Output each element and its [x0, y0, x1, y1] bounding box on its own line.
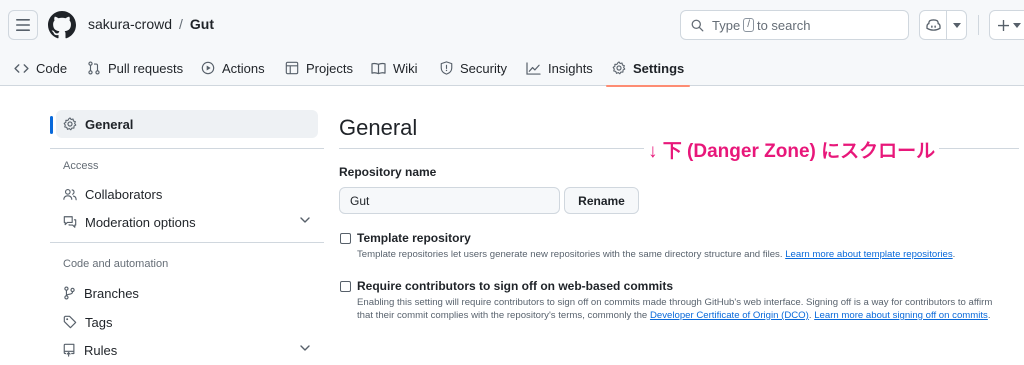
- gear-icon: [612, 61, 626, 75]
- tab-label: Code: [36, 60, 68, 76]
- description-text: Template repositories let users generate…: [357, 249, 783, 260]
- tab-label: Projects: [306, 60, 353, 76]
- people-icon: [63, 188, 77, 200]
- template-repositories-link[interactable]: Learn more about template repositories: [785, 249, 952, 260]
- copilot-button[interactable]: [919, 10, 967, 40]
- rename-button[interactable]: Rename: [564, 187, 639, 214]
- signoff-title: Require contributors to sign off on web-…: [357, 279, 674, 293]
- search-prefix: Type: [712, 17, 741, 33]
- sidebar-item-general[interactable]: General: [56, 110, 318, 138]
- search-shortcut-key: /: [743, 18, 754, 32]
- sidebar-item-label: Collaborators: [85, 186, 163, 202]
- sidebar-item-branches[interactable]: Branches: [56, 279, 318, 307]
- template-repository-description: Template repositories let users generate…: [357, 249, 956, 260]
- tab-insights[interactable]: Insights: [526, 50, 593, 86]
- repo-nav: Code Pull requests Actions Projects Wiki…: [0, 50, 1024, 87]
- tab-label: Insights: [548, 60, 593, 76]
- triangle-down-icon: [952, 22, 961, 28]
- template-repository-title: Template repository: [357, 231, 471, 245]
- search-suffix: to search: [756, 17, 811, 33]
- code-icon: [14, 63, 29, 73]
- sidebar-item-rules[interactable]: Rules: [56, 336, 318, 364]
- tab-wiki[interactable]: Wiki: [371, 50, 418, 86]
- tab-pull-requests[interactable]: Pull requests: [87, 50, 183, 86]
- triangle-down-icon: [1013, 22, 1021, 28]
- copilot-icon: [926, 18, 941, 31]
- table-icon: [285, 61, 299, 75]
- tag-icon: [63, 315, 77, 329]
- breadcrumb-separator: /: [179, 16, 183, 32]
- sidebar-item-label: Branches: [84, 285, 139, 301]
- sidebar-item-label: Moderation options: [85, 214, 196, 230]
- sidebar-item-tags[interactable]: Tags: [56, 308, 318, 336]
- tab-actions[interactable]: Actions: [201, 50, 265, 86]
- global-header: sakura-crowd / Gut Type / to search: [0, 0, 1024, 50]
- owner-link[interactable]: sakura-crowd: [88, 16, 172, 32]
- sidebar-item-label: Tags: [85, 314, 113, 330]
- github-logo-icon[interactable]: [48, 11, 76, 39]
- tab-label: Security: [460, 60, 507, 76]
- plus-icon: [998, 19, 1009, 31]
- git-branch-icon: [64, 286, 75, 300]
- tab-label: Pull requests: [108, 60, 184, 76]
- sidebar-divider: [50, 242, 324, 243]
- chevron-down-icon: [300, 345, 310, 351]
- sidebar-item-label: Rules: [84, 342, 118, 358]
- signoff-checkbox[interactable]: [340, 281, 351, 292]
- sidebar-active-indicator: [50, 116, 53, 134]
- repository-name-input[interactable]: [339, 187, 560, 214]
- hamburger-icon: [16, 19, 30, 31]
- repository-name-label: Repository name: [339, 165, 437, 179]
- sidebar-item-label: General: [85, 116, 134, 132]
- tab-label: Wiki: [393, 60, 418, 76]
- sidebar-divider: [50, 148, 324, 149]
- tab-settings[interactable]: Settings: [605, 50, 691, 87]
- header-divider: [978, 15, 979, 35]
- gear-icon: [63, 117, 77, 131]
- sidebar-section-heading: Code and automation: [63, 258, 169, 270]
- scroll-annotation: ↓ 下 (Danger Zone) にスクロール: [644, 136, 940, 163]
- tab-code[interactable]: Code: [14, 50, 67, 86]
- breadcrumb: sakura-crowd / Gut: [88, 16, 214, 32]
- search-icon: [691, 19, 704, 31]
- signoff-description: Enabling this setting will require contr…: [357, 297, 993, 321]
- sidebar-item-moderation-options[interactable]: Moderation options: [56, 208, 318, 236]
- dco-link[interactable]: Developer Certificate of Origin (DCO): [650, 310, 809, 321]
- tab-label: Actions: [222, 60, 265, 76]
- repo-push-icon: [63, 343, 75, 357]
- graph-icon: [526, 61, 541, 75]
- sidebar-item-collaborators[interactable]: Collaborators: [56, 180, 318, 208]
- template-repository-checkbox[interactable]: [340, 233, 351, 244]
- shield-icon: [440, 61, 453, 75]
- search-input[interactable]: Type / to search: [680, 10, 909, 40]
- comment-discussion-icon: [63, 216, 77, 228]
- create-new-button[interactable]: [989, 10, 1024, 40]
- repo-link[interactable]: Gut: [190, 16, 214, 32]
- chevron-down-icon: [300, 217, 310, 223]
- menu-button[interactable]: [8, 10, 38, 40]
- sidebar-section-heading: Access: [63, 160, 99, 172]
- tab-label: Settings: [633, 60, 685, 76]
- play-icon: [201, 61, 215, 75]
- book-icon: [371, 62, 386, 74]
- tab-security[interactable]: Security: [440, 50, 507, 86]
- pull-request-icon: [88, 61, 100, 75]
- page-title: General: [339, 115, 418, 140]
- signoff-learn-more-link[interactable]: Learn more about signing off on commits: [814, 310, 988, 321]
- tab-projects[interactable]: Projects: [285, 50, 353, 86]
